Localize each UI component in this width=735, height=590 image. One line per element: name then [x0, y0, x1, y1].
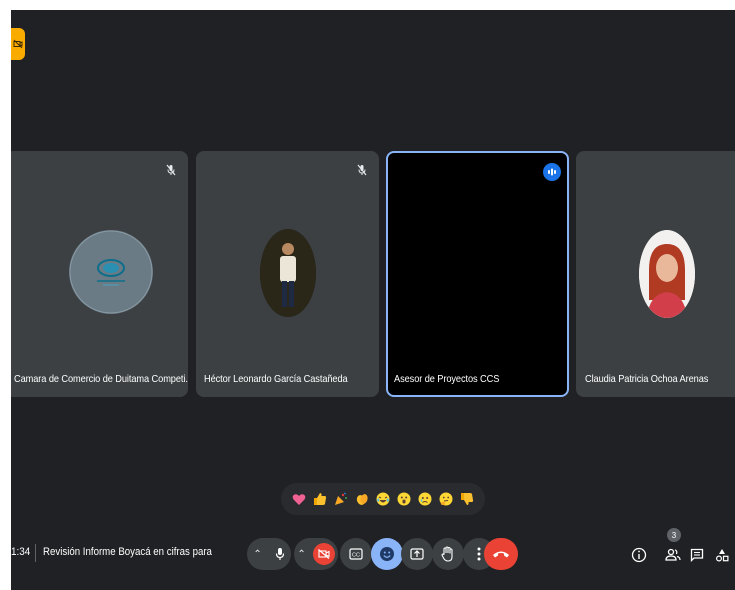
raise-hand-button[interactable]: [432, 538, 464, 570]
divider: [35, 544, 36, 562]
participant-tile[interactable]: Claudia Patricia Ochoa Arenas: [576, 151, 735, 397]
sad-reaction-icon[interactable]: [416, 490, 434, 508]
party-popper-reaction-icon[interactable]: [332, 490, 350, 508]
participant-tile-active[interactable]: Asesor de Proyectos CCS: [386, 151, 569, 397]
participant-name: Asesor de Proyectos CCS: [394, 373, 500, 385]
participant-name: Claudia Patricia Ochoa Arenas: [585, 373, 709, 385]
activities-shapes-icon: [715, 549, 729, 562]
svg-text:CC: CC: [352, 553, 360, 559]
mic-off-icon: [357, 163, 367, 181]
leave-call-button[interactable]: [484, 538, 518, 570]
meeting-details-button[interactable]: [628, 544, 650, 566]
bottom-control-bar: 1:34 Revisión Informe Boyacá en cifras p…: [11, 528, 735, 578]
speaking-indicator-icon: [543, 163, 561, 181]
emoji-icon: [380, 547, 394, 561]
meeting-title: Revisión Informe Boyacá en cifras para: [43, 546, 212, 558]
chevron-up-icon[interactable]: ⌃: [253, 549, 261, 560]
thumbs-down-reaction-icon[interactable]: [458, 490, 476, 508]
heart-reaction-icon[interactable]: [290, 490, 308, 508]
laughing-reaction-icon[interactable]: [374, 490, 392, 508]
meeting-clock: 1:34: [11, 546, 31, 558]
camera-button[interactable]: ⌃: [294, 538, 338, 570]
participant-name: Camara de Comercio de Duitama Competi...: [14, 373, 188, 385]
participant-name: Héctor Leonardo García Castañeda: [204, 373, 348, 385]
mic-off-icon: [166, 163, 176, 181]
chat-button[interactable]: [686, 544, 708, 566]
info-icon: [631, 547, 647, 563]
avatar: [69, 230, 153, 314]
chat-icon: [690, 548, 704, 562]
people-icon: [665, 548, 681, 561]
closed-captions-icon: CC: [349, 548, 363, 560]
camera-off-icon: [312, 543, 335, 565]
avatar: [639, 230, 695, 318]
hang-up-icon: [493, 551, 509, 558]
participant-tile[interactable]: Camara de Comercio de Duitama Competi...: [11, 151, 188, 397]
present-now-button[interactable]: [401, 538, 433, 570]
captions-button[interactable]: CC: [340, 538, 372, 570]
thinking-reaction-icon[interactable]: [437, 490, 455, 508]
reactions-button[interactable]: [371, 538, 403, 570]
clapping-reaction-icon[interactable]: [353, 490, 371, 508]
microphone-button[interactable]: ⌃: [247, 538, 291, 570]
participant-tile[interactable]: Héctor Leonardo García Castañeda: [196, 151, 379, 397]
camera-off-notice-icon[interactable]: [11, 28, 25, 60]
activities-button[interactable]: [711, 544, 733, 566]
hand-icon: [441, 546, 453, 562]
participants-count-badge: 3: [667, 528, 681, 542]
reactions-bar: [281, 483, 485, 515]
thumbs-up-reaction-icon[interactable]: [311, 490, 329, 508]
surprised-reaction-icon[interactable]: [395, 490, 413, 508]
chevron-up-icon[interactable]: ⌃: [297, 549, 305, 560]
meeting-stage: Camara de Comercio de Duitama Competi...…: [11, 10, 735, 590]
avatar: [260, 229, 316, 317]
more-vert-icon: [477, 547, 481, 561]
present-screen-icon: [410, 548, 424, 560]
mic-icon: [275, 548, 284, 560]
people-button[interactable]: [662, 544, 684, 566]
